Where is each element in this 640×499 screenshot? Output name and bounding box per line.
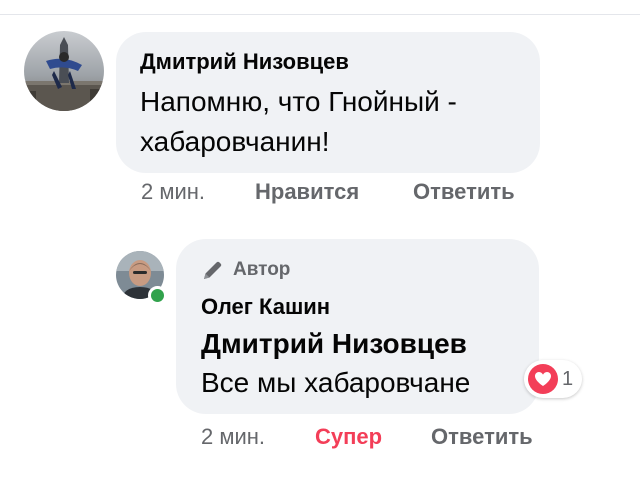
reply-button-2[interactable]: Ответить — [431, 424, 533, 450]
comment-thread: Дмитрий Низовцев Напомню, что Гнойный - … — [0, 0, 640, 499]
author-badge: Автор — [201, 257, 290, 283]
comment-text: Напомню, что Гнойный - хабаровчанин! — [140, 86, 457, 157]
reaction-button-super[interactable]: Супер — [315, 424, 382, 450]
divider — [0, 14, 640, 15]
author-badge-label: Автор — [233, 259, 291, 280]
heart-icon — [528, 364, 558, 394]
reply-text: Все мы хабаровчане — [201, 367, 471, 398]
reaction-count: 1 — [562, 367, 574, 390]
reaction-summary[interactable]: 1 — [524, 360, 583, 398]
comment-timestamp[interactable]: 2 мин. — [141, 179, 205, 205]
mentioned-user-link[interactable]: Дмитрий Низовцев — [201, 328, 467, 360]
like-button[interactable]: Нравится — [255, 179, 359, 205]
reply-author-name[interactable]: Олег Кашин — [201, 294, 330, 320]
online-status-indicator — [148, 286, 167, 305]
comment-author-name[interactable]: Дмитрий Низовцев — [140, 49, 349, 75]
commenter-avatar[interactable] — [24, 31, 104, 111]
reply-timestamp[interactable]: 2 мин. — [201, 424, 265, 450]
reply-button[interactable]: Ответить — [413, 179, 515, 205]
pencil-icon — [201, 258, 225, 282]
